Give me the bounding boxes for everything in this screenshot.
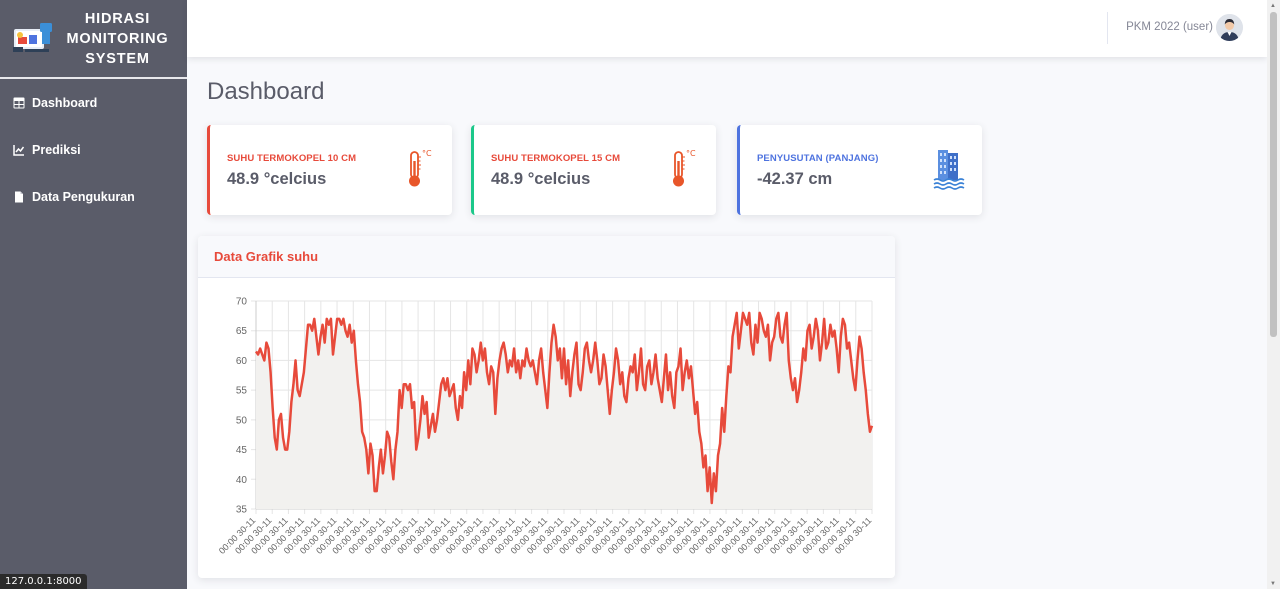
building-water-icon (933, 150, 965, 190)
chart-card: Data Grafik suhu 35 40 45 50 55 60 65 70 00:00 3… (198, 236, 895, 578)
brand-title: HIDRASI MONITORING SYSTEM (54, 9, 187, 69)
scrollbar[interactable]: ▲ ▼ (1267, 0, 1280, 589)
card-value: -42.37 cm (757, 170, 833, 188)
y-tick-label: 60 (236, 356, 248, 367)
status-url: 127.0.0.1:8000 (0, 574, 87, 589)
brand-line-1: HIDRASI (84, 10, 151, 27)
topbar: PKM 2022 (user) (187, 0, 1267, 57)
chart-header: Data Grafik suhu (198, 236, 895, 278)
sidebar-item-label: Data Pengukuran (32, 189, 135, 204)
chart-title: Data Grafik suhu (214, 249, 319, 264)
y-tick-label: 50 (236, 415, 248, 426)
scroll-down-icon[interactable]: ▼ (1270, 581, 1276, 587)
page-title: Dashboard (207, 78, 325, 105)
avatar[interactable] (1216, 14, 1243, 41)
table-icon (13, 97, 25, 108)
scroll-thumb[interactable] (1270, 12, 1277, 337)
sidebar-brand[interactable]: HIDRASI MONITORING SYSTEM (0, 0, 187, 79)
topbar-divider (1107, 12, 1108, 44)
user-name[interactable]: PKM 2022 (user) (1126, 21, 1213, 33)
sidebar-item-dashboard[interactable]: Dashboard (0, 79, 187, 126)
svg-text:°C: °C (686, 149, 696, 158)
y-tick-label: 35 (236, 505, 248, 516)
sidebar-item-label: Prediksi (32, 142, 81, 157)
card-penyusutan: PENYUSUTAN (PANJANG) -42.37 cm (737, 125, 982, 215)
card-label: SUHU TERMOKOPEL 15 CM (491, 153, 621, 164)
brand-logo-icon (12, 21, 54, 57)
card-suhu-10cm: SUHU TERMOKOPEL 10 CM 48.9 °celcius °C (207, 125, 452, 215)
card-value: 48.9 °celcius (227, 170, 327, 188)
y-tick-label: 70 (236, 297, 248, 308)
y-tick-label: 65 (236, 326, 248, 337)
y-tick-label: 40 (236, 475, 248, 486)
brand-line-3: SYSTEM (85, 50, 150, 67)
brand-line-2: MONITORING (66, 30, 169, 47)
thermometer-icon: °C (673, 149, 696, 187)
file-icon (15, 191, 23, 202)
temperature-line-chart[interactable]: 354045505560657000:00 30-1100:00 30-1100… (198, 278, 895, 578)
sidebar-item-prediksi[interactable]: Prediksi (0, 126, 187, 173)
thermometer-icon: °C (409, 149, 432, 187)
sidebar-item-data-pengukuran[interactable]: Data Pengukuran (0, 173, 187, 220)
sidebar: HIDRASI MONITORING SYSTEM Dashboard Pred… (0, 0, 187, 589)
y-tick-label: 45 (236, 445, 248, 456)
sidebar-item-label: Dashboard (32, 95, 98, 110)
card-value: 48.9 °celcius (491, 170, 591, 188)
card-label: SUHU TERMOKOPEL 10 CM (227, 153, 357, 164)
sidebar-nav: Dashboard Prediksi Data Pengukuran (0, 79, 187, 220)
chart-line-icon (13, 144, 25, 156)
scroll-up-icon[interactable]: ▲ (1270, 3, 1276, 9)
card-label: PENYUSUTAN (PANJANG) (757, 153, 879, 164)
card-suhu-15cm: SUHU TERMOKOPEL 15 CM 48.9 °celcius °C (471, 125, 716, 215)
y-tick-label: 55 (236, 386, 248, 397)
svg-text:°C: °C (422, 149, 432, 158)
